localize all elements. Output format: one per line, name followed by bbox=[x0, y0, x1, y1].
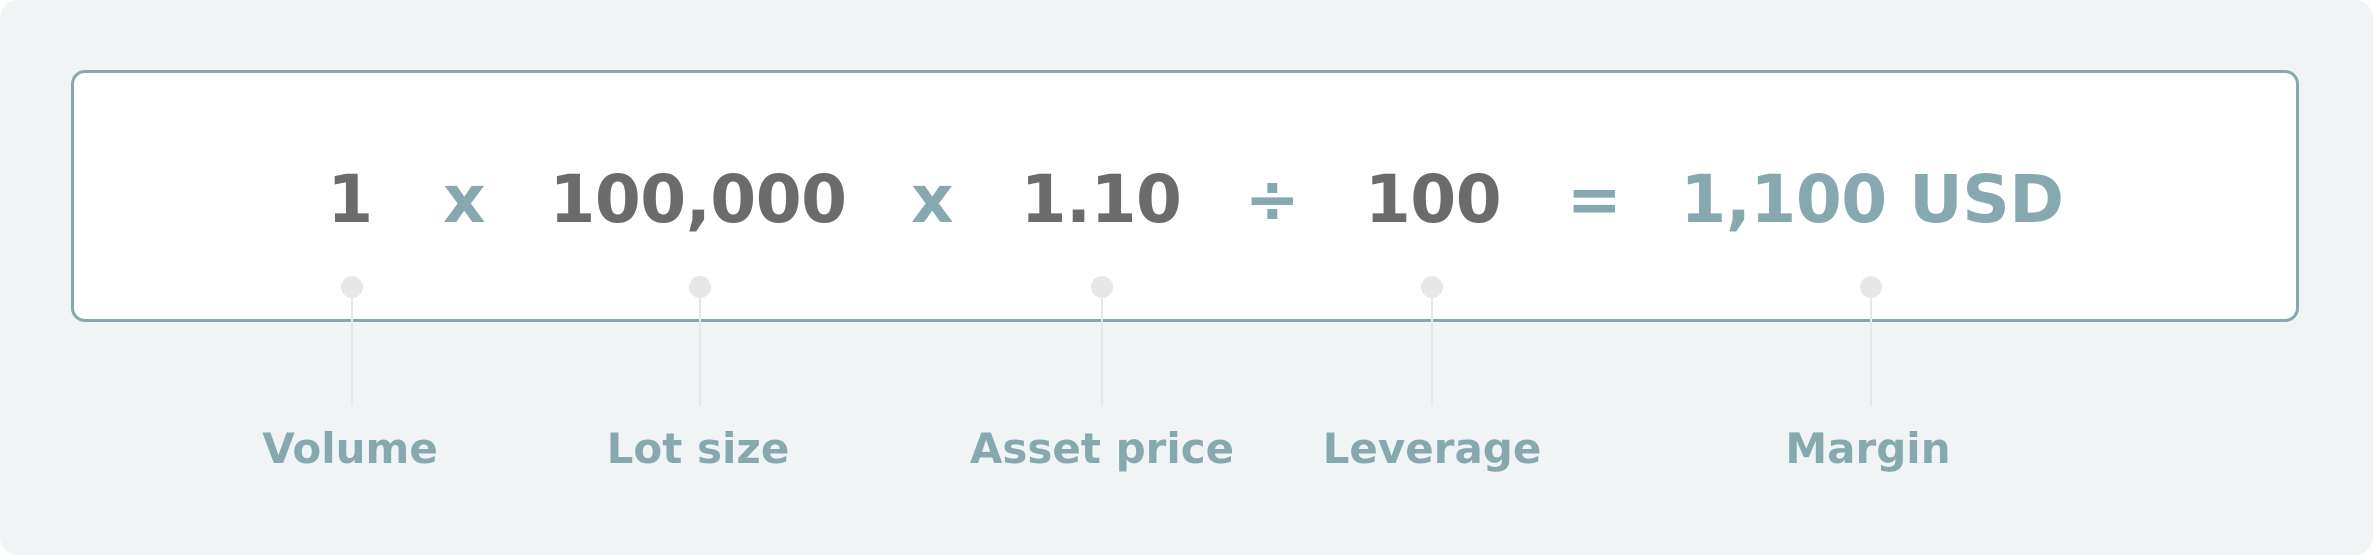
connector-line bbox=[351, 287, 353, 406]
margin-connector bbox=[1860, 276, 1882, 406]
volume-connector bbox=[341, 276, 363, 406]
connector-line bbox=[1431, 287, 1433, 406]
lot-size-value: 100,000 bbox=[549, 161, 847, 238]
asset-price-connector bbox=[1091, 276, 1113, 406]
multiply-operator: x bbox=[442, 161, 486, 238]
equals-operator: = bbox=[1566, 161, 1622, 238]
connector-line bbox=[699, 287, 701, 406]
asset-price-value: 1.10 bbox=[1020, 161, 1182, 238]
margin-result-value: 1,100 USD bbox=[1680, 161, 2064, 238]
leverage-label: Leverage bbox=[1322, 424, 1542, 473]
asset-price-label: Asset price bbox=[969, 424, 1235, 473]
connector-line bbox=[1870, 287, 1872, 406]
margin-formula-diagram: 1 x 100,000 x 1.10 ÷ 100 = 1,100 USD Vol… bbox=[0, 0, 2373, 555]
lot-size-label: Lot size bbox=[606, 424, 790, 473]
margin-label: Margin bbox=[1785, 424, 1951, 473]
lot-size-connector bbox=[689, 276, 711, 406]
connector-line bbox=[1101, 287, 1103, 406]
leverage-connector bbox=[1421, 276, 1443, 406]
volume-label: Volume bbox=[262, 424, 438, 473]
leverage-value: 100 bbox=[1364, 161, 1502, 238]
multiply-operator: x bbox=[910, 161, 954, 238]
volume-value: 1 bbox=[327, 161, 373, 238]
divide-operator: ÷ bbox=[1244, 161, 1300, 238]
